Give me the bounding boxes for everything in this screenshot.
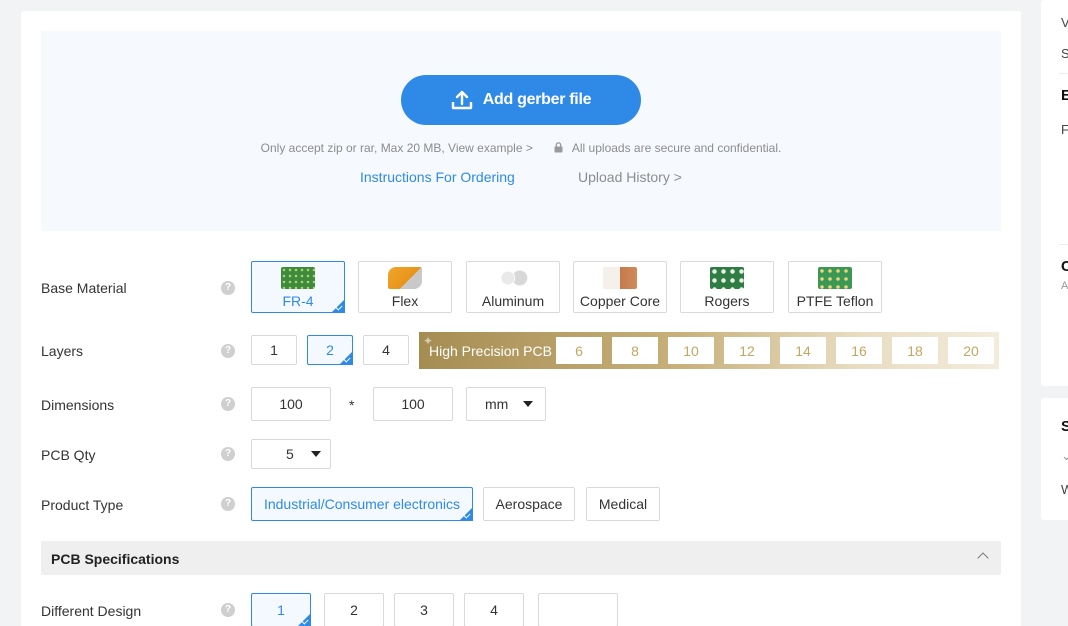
material-label: Aluminum: [481, 293, 545, 309]
upload-history-link[interactable]: Upload History >: [578, 169, 682, 185]
design-option-4[interactable]: 4: [464, 593, 524, 626]
gerber-upload-area[interactable]: Add gerber file Only accept zip or rar, …: [41, 31, 1001, 231]
material-option-fr4[interactable]: FR-4: [251, 261, 345, 313]
pcb-qty-value: 5: [286, 446, 294, 462]
accept-note[interactable]: Only accept zip or rar, Max 20 MB, View …: [261, 141, 533, 155]
flex-board-icon: [388, 267, 422, 289]
pcb-qty-select[interactable]: 5: [251, 439, 331, 469]
help-icon[interactable]: ?: [221, 344, 235, 358]
sidebar-fragment: C: [1061, 258, 1068, 275]
unit-value: mm: [485, 396, 509, 412]
material-option-rogers[interactable]: Rogers: [680, 261, 774, 313]
help-icon[interactable]: ?: [221, 447, 235, 461]
order-summary-panel-top: V S E F C A: [1041, 0, 1068, 386]
instructions-link[interactable]: Instructions For Ordering: [360, 169, 515, 185]
material-option-flex[interactable]: Flex: [358, 261, 452, 313]
sidebar-divider: [1059, 244, 1068, 245]
help-icon[interactable]: ?: [221, 281, 235, 295]
material-label: FR-4: [282, 293, 314, 309]
base-material-label: Base Material: [41, 280, 127, 296]
add-gerber-file-button[interactable]: Add gerber file: [401, 75, 641, 125]
ptfe-board-icon: [818, 267, 852, 289]
aluminum-board-icon: [496, 267, 530, 289]
sidebar-divider: [1059, 73, 1068, 74]
help-icon[interactable]: ?: [221, 497, 235, 511]
layers-label: Layers: [41, 343, 84, 359]
product-type-label: Product Type: [41, 497, 124, 513]
layer-option-14[interactable]: 14: [780, 337, 826, 364]
copper-core-board-icon: [603, 267, 637, 289]
different-design-label: Different Design: [41, 603, 142, 619]
material-option-aluminum[interactable]: Aluminum: [466, 261, 560, 313]
material-label: Copper Core: [579, 293, 661, 309]
dimension-separator: *: [349, 397, 355, 413]
add-gerber-file-label: Add gerber file: [482, 91, 592, 108]
layer-option-18[interactable]: 18: [892, 337, 938, 364]
sidebar-fragment: V: [1061, 15, 1068, 30]
material-label: Flex: [391, 293, 419, 309]
layer-option-20[interactable]: 20: [948, 337, 994, 364]
design-option-2[interactable]: 2: [324, 593, 384, 626]
dimensions-label: Dimensions: [41, 397, 115, 413]
layer-option-6[interactable]: 6: [556, 337, 602, 364]
sidebar-fragment: E: [1061, 87, 1068, 104]
pcb-qty-label: PCB Qty: [41, 447, 96, 463]
layer-option-16[interactable]: 16: [836, 337, 882, 364]
height-input[interactable]: 100: [373, 387, 453, 421]
material-label: PTFE Teflon: [796, 293, 874, 309]
chevron-up-icon[interactable]: [977, 552, 989, 564]
caret-down-icon: [523, 401, 533, 407]
layer-option-4[interactable]: 4: [363, 335, 409, 365]
product-type-industrial[interactable]: Industrial/Consumer electronics: [251, 487, 473, 521]
sidebar-fragment: F: [1061, 122, 1068, 137]
unit-select[interactable]: mm: [466, 387, 546, 421]
material-label: Rogers: [704, 293, 750, 309]
chevron-icon: ⌄: [1061, 448, 1068, 463]
design-option-3[interactable]: 3: [394, 593, 454, 626]
pcb-specifications-title: PCB Specifications: [51, 551, 180, 567]
rogers-board-icon: [710, 267, 744, 289]
material-option-ptfe-teflon[interactable]: PTFE Teflon: [788, 261, 882, 313]
secure-note: All uploads are secure and confidential.: [571, 141, 782, 155]
product-type-medical[interactable]: Medical: [586, 487, 660, 521]
fr4-board-icon: [281, 267, 315, 289]
high-precision-title: High Precision PCB: [429, 343, 552, 359]
upload-icon: [451, 90, 472, 110]
quote-form-card: Add gerber file Only accept zip or rar, …: [21, 11, 1021, 626]
layer-option-8[interactable]: 8: [612, 337, 658, 364]
sidebar-fragment: S: [1061, 418, 1068, 435]
sidebar-fragment: W: [1061, 482, 1068, 497]
width-input[interactable]: 100: [251, 387, 331, 421]
layer-option-2[interactable]: 2: [307, 335, 353, 365]
layer-option-12[interactable]: 12: [724, 337, 770, 364]
design-option-1[interactable]: 1: [251, 593, 311, 626]
lock-icon: [554, 142, 563, 153]
layer-option-1[interactable]: 1: [251, 335, 297, 365]
material-option-copper-core[interactable]: Copper Core: [573, 261, 667, 313]
upload-note: Only accept zip or rar, Max 20 MB, View …: [41, 141, 1001, 155]
layer-option-10[interactable]: 10: [668, 337, 714, 364]
help-icon[interactable]: ?: [221, 603, 235, 617]
pcb-specifications-header[interactable]: PCB Specifications: [41, 541, 1001, 575]
help-icon[interactable]: ?: [221, 397, 235, 411]
design-custom-input[interactable]: [538, 593, 618, 626]
order-summary-panel-bottom: S ⌄ W: [1041, 398, 1068, 520]
sidebar-fragment: S: [1061, 46, 1068, 61]
product-type-aerospace[interactable]: Aerospace: [483, 487, 575, 521]
sidebar-fragment: A: [1061, 280, 1068, 292]
caret-down-icon: [311, 451, 321, 457]
high-precision-pcb-bar: ✦ High Precision PCB 6 8 10 12 14 16 18 …: [419, 332, 999, 369]
